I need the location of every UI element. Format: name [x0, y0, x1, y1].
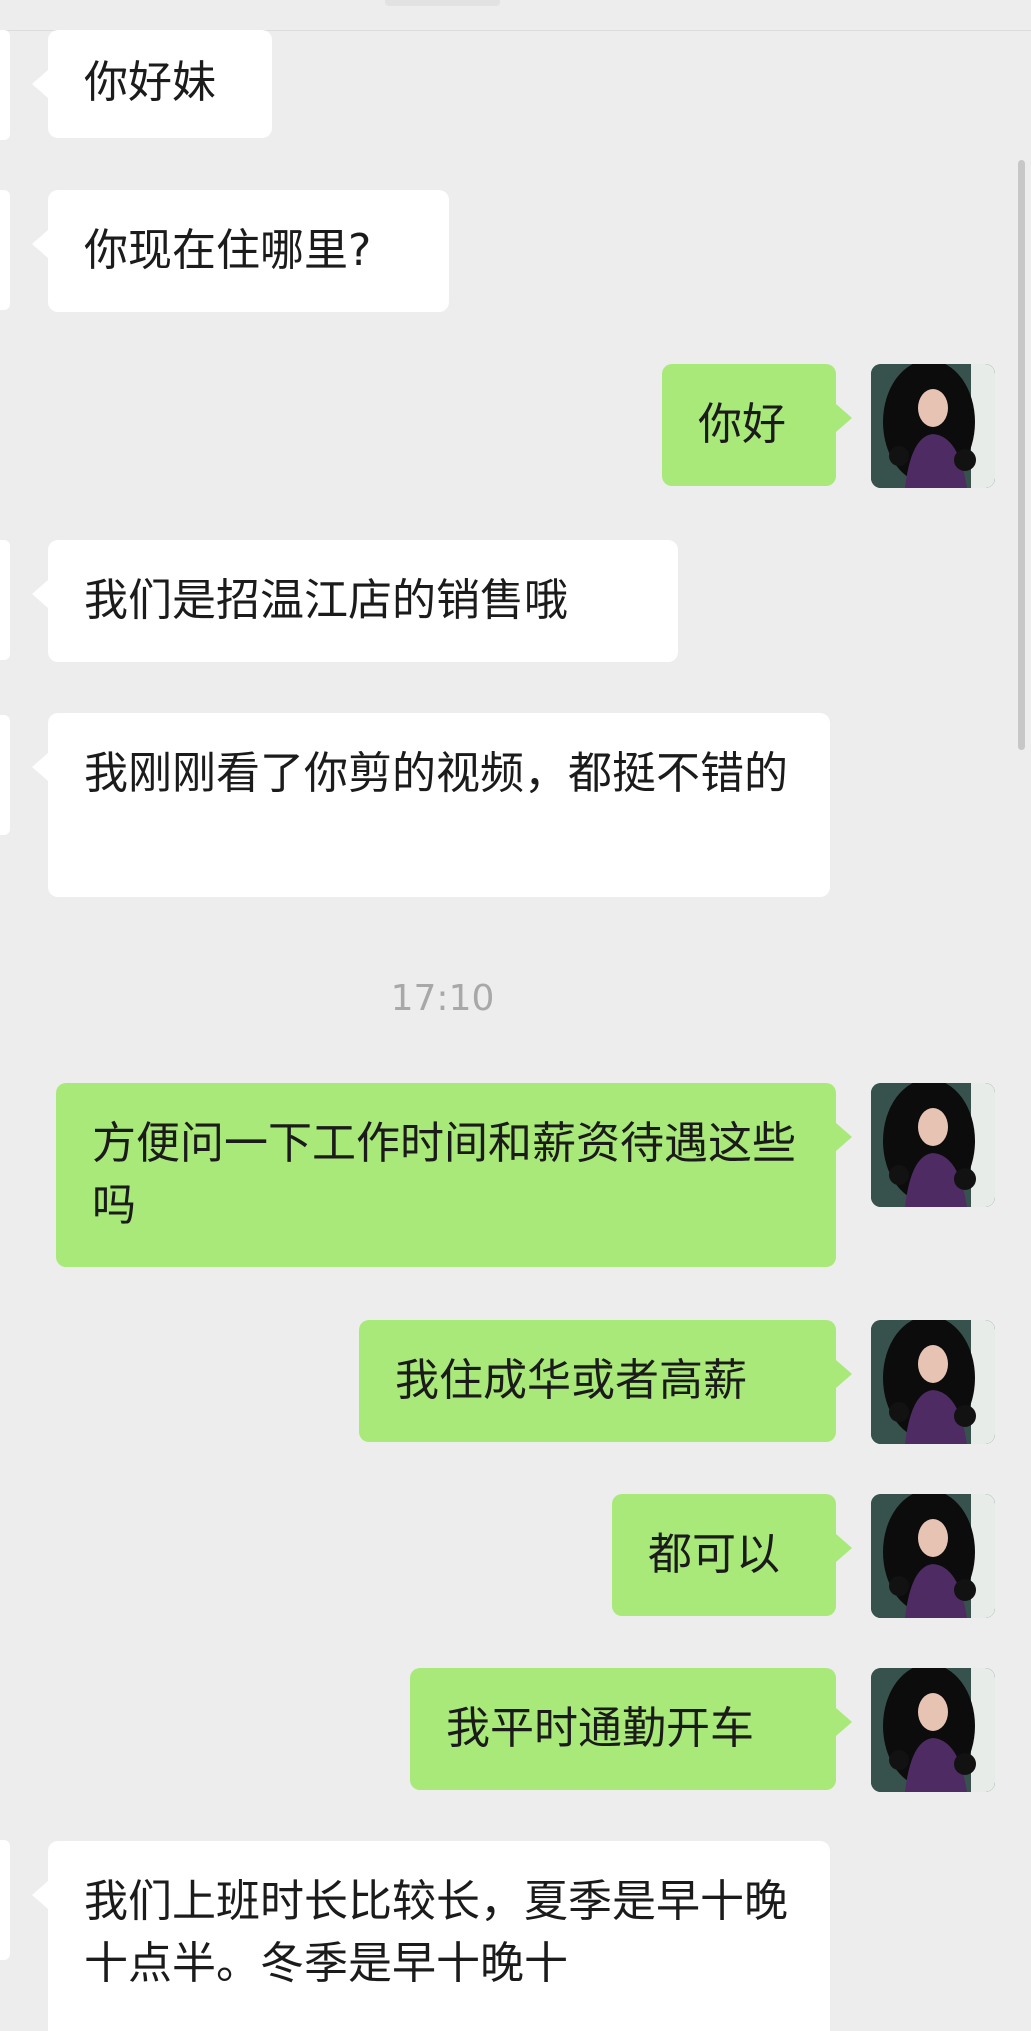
message-text: 我平时通勤开车 [446, 1703, 754, 1754]
message-bubble-incoming[interactable]: 你好妹 [32, 30, 272, 138]
message-bubble-incoming[interactable]: 我们上班时长比较长，夏季是早十晚十点半。冬季是早十晚十 [32, 1841, 830, 2031]
message-text: 我住成华或者高薪 [395, 1355, 747, 1406]
message-timestamp: 17:10 [390, 978, 495, 1019]
message-bubble-outgoing[interactable]: 你好 [662, 364, 852, 486]
self-avatar[interactable] [871, 1494, 995, 1618]
contact-avatar[interactable] [0, 190, 10, 310]
contact-avatar[interactable] [0, 715, 10, 835]
contact-avatar[interactable] [0, 540, 10, 660]
message-text: 都可以 [648, 1529, 780, 1580]
message-bubble-incoming[interactable]: 我们是招温江店的销售哦 [32, 540, 678, 662]
scrollbar[interactable] [1018, 160, 1025, 750]
message-bubble-outgoing[interactable]: 我住成华或者高薪 [359, 1320, 852, 1442]
message-bubble-outgoing[interactable]: 都可以 [612, 1494, 852, 1616]
avatar-photo-icon [871, 364, 995, 488]
avatar-photo-icon [871, 1083, 995, 1207]
message-text: 我刚刚看了你剪的视频，都挺不错的 [84, 748, 788, 799]
message-text: 你现在住哪里? [84, 225, 372, 276]
avatar-photo-icon [871, 1320, 995, 1444]
notch [385, 0, 500, 6]
message-text: 我们是招温江店的销售哦 [84, 575, 568, 626]
message-text: 你好妹 [84, 57, 216, 108]
self-avatar[interactable] [871, 1320, 995, 1444]
contact-avatar[interactable] [0, 30, 10, 140]
message-text: 方便问一下工作时间和薪资待遇这些吗 [92, 1118, 796, 1231]
self-avatar[interactable] [871, 1668, 995, 1792]
contact-avatar[interactable] [0, 1840, 10, 1960]
status-bar [0, 0, 1031, 31]
self-avatar[interactable] [871, 364, 995, 488]
message-bubble-incoming[interactable]: 你现在住哪里? [32, 190, 449, 312]
avatar-photo-icon [871, 1494, 995, 1618]
self-avatar[interactable] [871, 1083, 995, 1207]
message-bubble-outgoing[interactable]: 我平时通勤开车 [410, 1668, 852, 1790]
message-text: 我们上班时长比较长，夏季是早十晚十点半。冬季是早十晚十 [84, 1876, 788, 1989]
message-bubble-outgoing[interactable]: 方便问一下工作时间和薪资待遇这些吗 [56, 1083, 852, 1267]
avatar-photo-icon [871, 1668, 995, 1792]
message-text: 你好 [698, 399, 786, 450]
message-bubble-incoming[interactable]: 我刚刚看了你剪的视频，都挺不错的 [32, 713, 830, 897]
